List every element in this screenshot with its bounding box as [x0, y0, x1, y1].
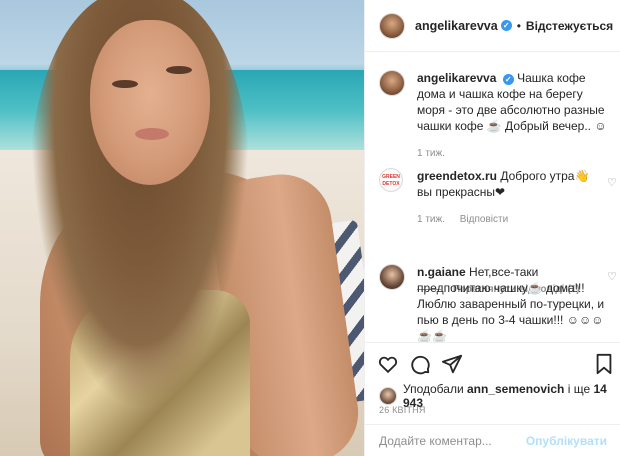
comment-time[interactable]: 1 тиж. [417, 214, 445, 225]
comments-list: angelikarevva ✓ Чашка кофе дома и чашка … [365, 52, 620, 342]
comment-username[interactable]: n.gaiane [417, 265, 466, 279]
like-heart-icon[interactable] [377, 353, 399, 375]
verified-icon: ✓ [500, 20, 512, 31]
comment-avatar[interactable]: GREEN DETOX [379, 168, 403, 192]
comment-body: greendetox.ru Доброго утра👋 вы прекрасны… [417, 168, 607, 228]
reply-button[interactable]: Відповісти [460, 214, 508, 225]
verified-icon: ✓ [502, 74, 514, 85]
likes-prefix: Уподобали [403, 382, 464, 396]
comment-username[interactable]: greendetox.ru [417, 169, 497, 183]
publish-button[interactable]: Опублікувати [526, 434, 607, 448]
share-paper-plane-icon[interactable] [441, 353, 463, 375]
comment-meta: 1 тиж. Відповісти [417, 212, 607, 228]
photo-eye-right [166, 66, 192, 74]
save-bookmark-icon[interactable] [593, 353, 615, 375]
caption-username[interactable]: angelikarevva [417, 71, 496, 85]
add-comment-bar: Додайте коментар... Опублікувати [365, 424, 620, 456]
comment-avatar[interactable] [379, 264, 405, 290]
photo-face [90, 20, 210, 185]
post-date[interactable]: 26 КВІТНЯ [379, 405, 426, 415]
post-panel: angelikarevva ✓ • Відстежується angelika… [364, 0, 620, 456]
post-actions [365, 342, 620, 382]
comment-like-heart-icon[interactable]: ♡ [607, 270, 618, 283]
likes-suffix: і ще [567, 382, 591, 396]
caption-avatar[interactable] [379, 70, 405, 96]
comment-body: n.gaiane Нет,все-таки предпочитаю чашку☕… [417, 264, 607, 342]
liker-avatar[interactable] [379, 387, 397, 405]
caption-time[interactable]: 1 тиж. [417, 148, 445, 159]
author-avatar[interactable] [379, 12, 405, 39]
add-comment-input[interactable]: Додайте коментар... [379, 434, 526, 448]
comment-like-heart-icon[interactable]: ♡ [607, 176, 618, 189]
photo-eye-left [112, 80, 138, 88]
separator-dot: • [516, 18, 521, 33]
author-username[interactable]: angelikarevva [415, 19, 498, 33]
photo-lips [135, 128, 169, 140]
caption-meta: 1 тиж. [417, 146, 607, 162]
following-button[interactable]: Відстежується [526, 19, 613, 33]
comment-bubble-icon[interactable] [409, 353, 431, 375]
liker-username[interactable]: ann_semenovich [467, 382, 564, 396]
likes-text: Уподобали ann_semenovich і ще 14 943 [403, 382, 620, 410]
caption-body: angelikarevva ✓ Чашка кофе дома и чашка … [417, 70, 607, 162]
post-photo[interactable] [0, 0, 364, 456]
post-header: angelikarevva ✓ • Відстежується [365, 0, 620, 52]
